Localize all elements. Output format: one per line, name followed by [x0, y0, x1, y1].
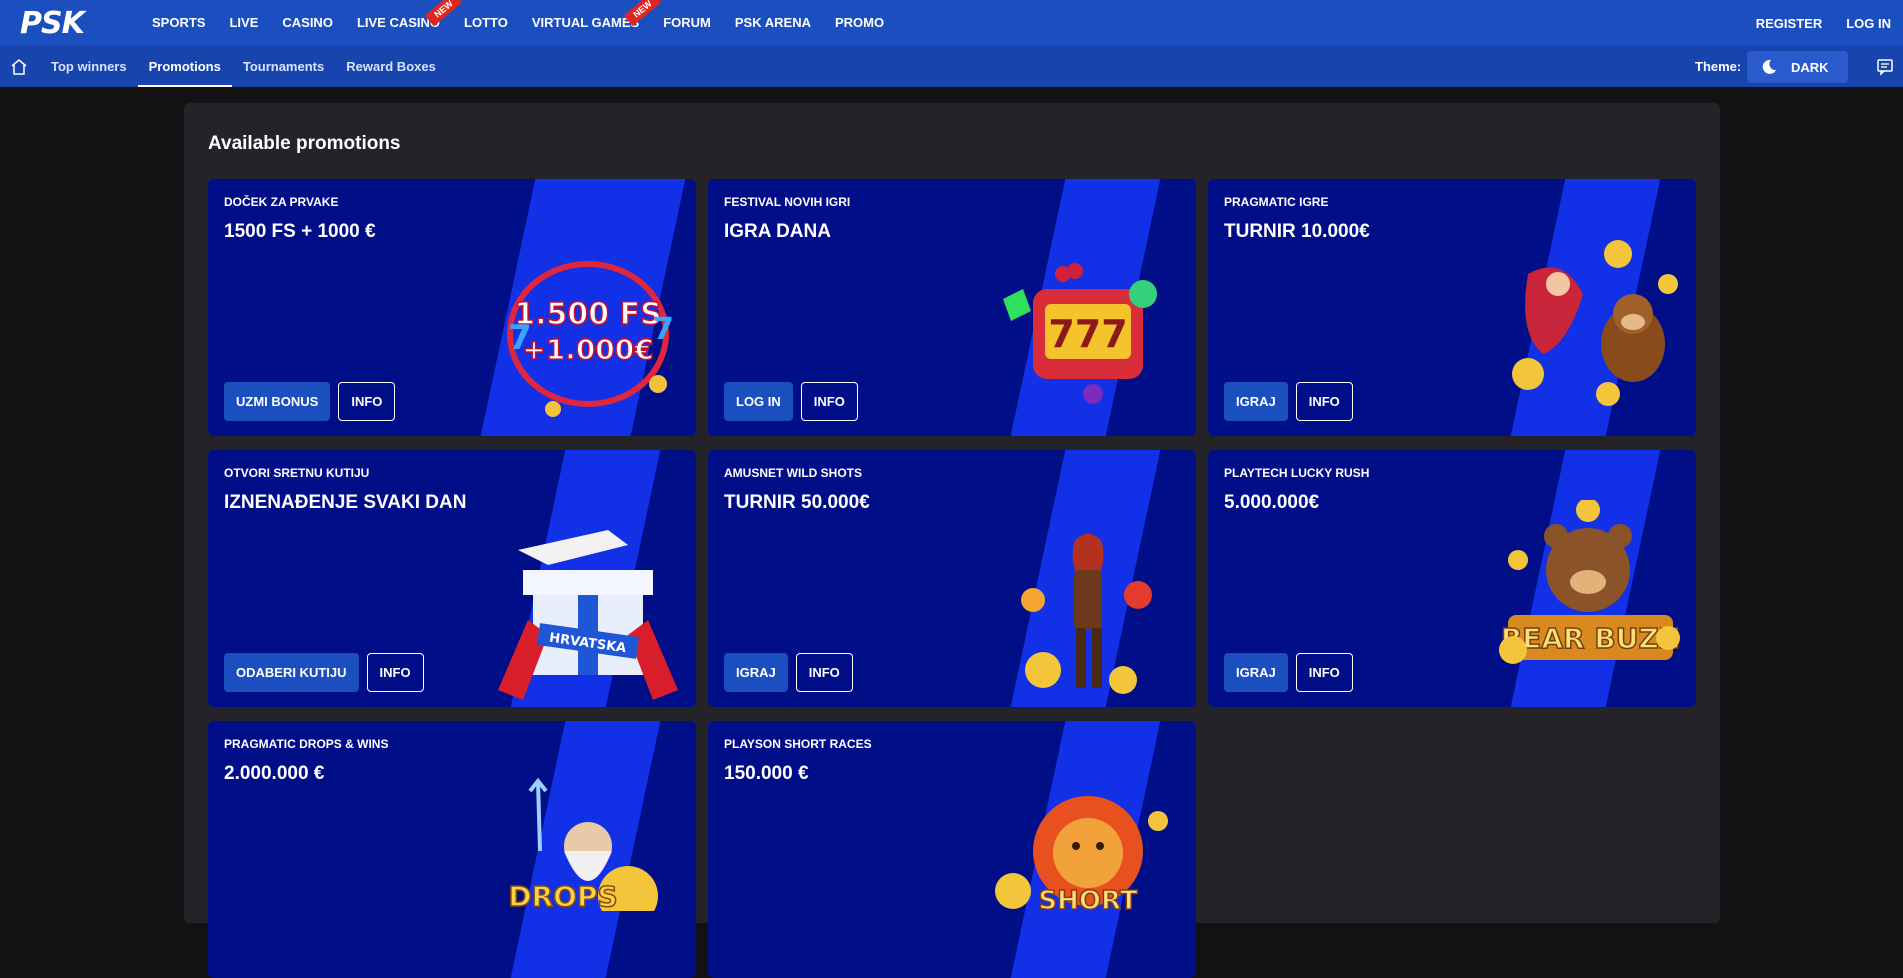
moon-icon: [1762, 59, 1776, 74]
svg-text:DROPS: DROPS: [508, 880, 617, 911]
nav-lotto[interactable]: LOTTO: [452, 0, 520, 46]
igraj-button[interactable]: IGRAJ: [1224, 653, 1288, 692]
card-actions: ODABERI KUTIJU INFO: [224, 653, 424, 692]
card-subtitle: PLAYTECH LUCKY RUSH: [1224, 466, 1370, 480]
auth-links: REGISTER LOG IN: [1756, 0, 1891, 46]
promo-card[interactable]: OTVORI SRETNU KUTIJU IZNENAĐENJE SVAKI D…: [208, 450, 696, 707]
card-title: 150.000 €: [724, 763, 809, 784]
svg-text:7: 7: [653, 312, 674, 347]
main-nav: SPORTS LIVE CASINO LIVE CASINO new LOTTO …: [140, 0, 896, 46]
info-button[interactable]: INFO: [338, 382, 396, 421]
card-title: TURNIR 10.000€: [1224, 221, 1370, 242]
card-subtitle: PLAYSON SHORT RACES: [724, 737, 872, 751]
svg-text:777: 777: [1048, 312, 1127, 356]
tab-tournaments[interactable]: Tournaments: [232, 46, 335, 87]
card-subtitle: FESTIVAL NOVIH IGRI: [724, 195, 851, 209]
card-actions: UZMI BONUS INFO: [224, 382, 396, 421]
nav-live[interactable]: LIVE: [217, 0, 270, 46]
page-title: Available promotions: [208, 133, 401, 154]
nav-forum[interactable]: FORUM: [651, 0, 723, 46]
nav-virtual-games[interactable]: VIRTUAL GAMES new: [520, 0, 662, 46]
card-title: 5.000.000€: [1224, 492, 1320, 513]
theme-label: Theme:: [1695, 59, 1742, 74]
archer-woman-icon: [1021, 533, 1152, 694]
card-actions: IGRAJ INFO: [1224, 382, 1353, 421]
svg-text:SHORT: SHORT: [1038, 886, 1137, 911]
lion-short-icon: SHORT: [995, 796, 1168, 911]
chat-icon[interactable]: [1876, 58, 1894, 76]
promo-card[interactable]: PRAGMATIC IGRE TURNIR 10.000€ IGRAJ INFO: [1208, 179, 1696, 436]
card-actions: IGRAJ INFO: [1224, 653, 1353, 692]
zeus-drops-icon: DROPS: [508, 777, 658, 911]
nav-sports[interactable]: SPORTS: [140, 0, 217, 46]
gift-box-icon: HRVATSKA: [498, 530, 678, 700]
odaberi-kutiju-button[interactable]: ODABERI KUTIJU: [224, 653, 359, 692]
login-link[interactable]: LOG IN: [1846, 16, 1891, 31]
card-subtitle: DOČEK ZA PRVAKE: [224, 195, 339, 209]
sub-navigation-bar: Top winners Promotions Tournaments Rewar…: [0, 46, 1903, 87]
info-button[interactable]: INFO: [366, 653, 424, 692]
card-title: TURNIR 50.000€: [724, 492, 870, 513]
promo-card[interactable]: DOČEK ZA PRVAKE 1500 FS + 1000 € 1.500 F…: [208, 179, 696, 436]
home-icon[interactable]: [10, 58, 28, 76]
promo-card[interactable]: PLAYTECH LUCKY RUSH 5.000.000€ BEAR BUZZ…: [1208, 450, 1696, 707]
free-spins-icon: 1.500 FS +1.000€ 7 7: [507, 261, 674, 417]
card-subtitle: PRAGMATIC IGRE: [1224, 195, 1329, 209]
card-title: IGRA DANA: [724, 221, 831, 242]
svg-text:1.500 FS: 1.500 FS: [514, 297, 661, 332]
promo-card[interactable]: AMUSNET WILD SHOTS TURNIR 50.000€ IGRAJ …: [708, 450, 1196, 707]
tab-top-winners[interactable]: Top winners: [40, 46, 138, 87]
card-actions: LOG IN INFO: [724, 382, 858, 421]
promo-card[interactable]: PLAYSON SHORT RACES 150.000 € SHORT: [708, 721, 1196, 978]
register-link[interactable]: REGISTER: [1756, 16, 1822, 31]
card-title: IZNENAĐENJE SVAKI DAN: [224, 492, 467, 513]
top-navigation-bar: PSK SPORTS LIVE CASINO LIVE CASINO new LO…: [0, 0, 1903, 46]
card-title: 1500 FS + 1000 €: [224, 221, 376, 242]
theme-toggle-button[interactable]: DARK: [1747, 51, 1848, 83]
igraj-button[interactable]: IGRAJ: [1224, 382, 1288, 421]
psk-logo[interactable]: PSK: [20, 6, 85, 41]
info-button[interactable]: INFO: [795, 653, 853, 692]
bear-buzz-icon: BEAR BUZZ: [1499, 500, 1680, 664]
card-title: 2.000.000 €: [224, 763, 325, 784]
info-button[interactable]: INFO: [800, 382, 858, 421]
card-subtitle: PRAGMATIC DROPS & WINS: [224, 737, 389, 751]
nav-live-casino[interactable]: LIVE CASINO new: [345, 0, 463, 46]
tab-reward-boxes[interactable]: Reward Boxes: [335, 46, 447, 87]
tab-promotions[interactable]: Promotions: [137, 46, 233, 87]
sub-nav: Top winners Promotions Tournaments Rewar…: [40, 46, 447, 87]
info-button[interactable]: INFO: [1295, 382, 1353, 421]
igraj-button[interactable]: IGRAJ: [724, 653, 788, 692]
promo-card[interactable]: FESTIVAL NOVIH IGRI IGRA DANA 777 LOG IN…: [708, 179, 1196, 436]
svg-text:7: 7: [508, 318, 532, 358]
nav-promo[interactable]: PROMO: [823, 0, 896, 46]
promotions-panel: Available promotions DOČEK ZA PRVAKE 150…: [184, 103, 1720, 978]
uzmi-bonus-button[interactable]: UZMI BONUS: [224, 382, 331, 421]
slot-machine-icon: 777: [1003, 263, 1157, 404]
nav-casino[interactable]: CASINO: [270, 0, 345, 46]
promo-card[interactable]: PRAGMATIC DROPS & WINS 2.000.000 € DROPS: [208, 721, 696, 978]
log-in-button[interactable]: LOG IN: [724, 382, 793, 421]
card-subtitle: AMUSNET WILD SHOTS: [724, 466, 862, 480]
svg-text:+1.000€: +1.000€: [522, 333, 654, 366]
svg-text:BEAR BUZZ: BEAR BUZZ: [1501, 622, 1679, 655]
card-subtitle: OTVORI SRETNU KUTIJU: [224, 466, 370, 480]
theme-value: DARK: [1791, 59, 1829, 75]
monkey-fairy-icon: [1512, 240, 1678, 406]
card-actions: IGRAJ INFO: [724, 653, 853, 692]
info-button[interactable]: INFO: [1295, 653, 1353, 692]
nav-psk-arena[interactable]: PSK ARENA: [723, 0, 823, 46]
